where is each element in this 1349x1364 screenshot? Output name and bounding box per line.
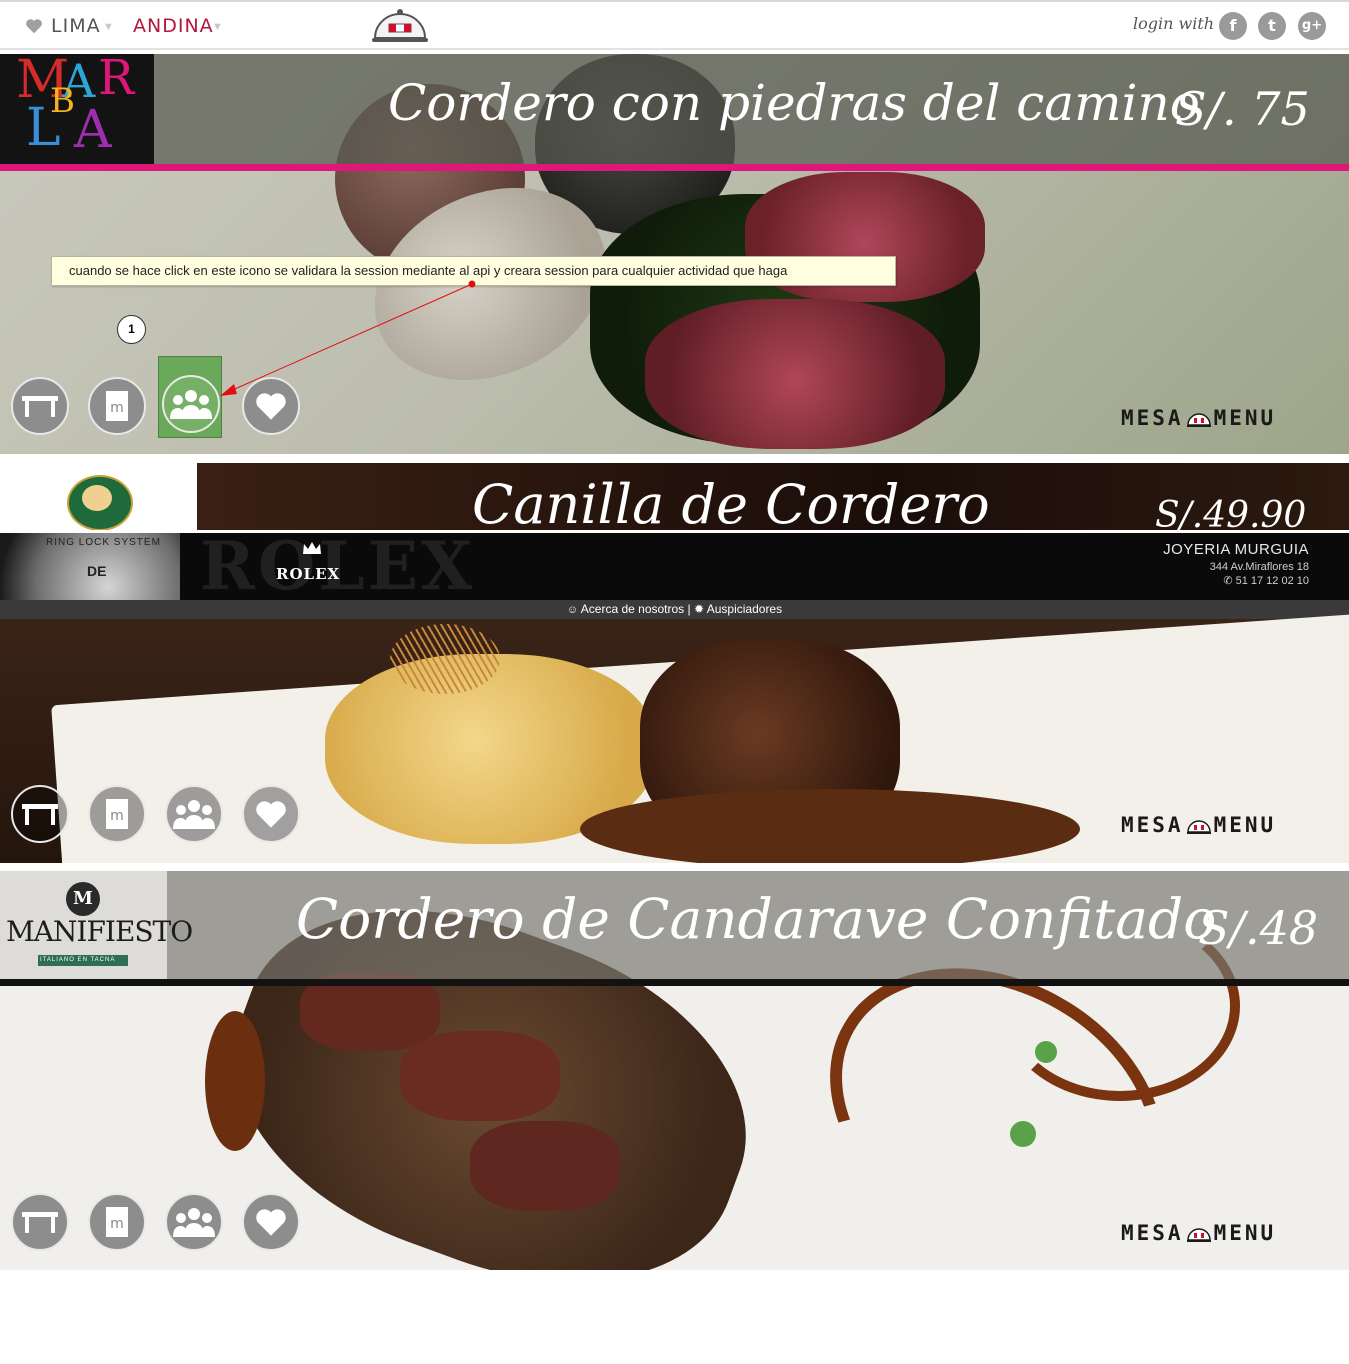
svg-text:m: m <box>110 1216 124 1232</box>
dish-title: Cordero de Candarave Confitado <box>296 887 1217 951</box>
dish-title: Canilla de Cordero <box>472 473 990 536</box>
mesa-menu-logo: MESA MENU <box>1121 813 1277 837</box>
ad-store: JOYERIA MURGUIA <box>1163 541 1309 558</box>
google-plus-icon[interactable]: g+ <box>1298 12 1326 40</box>
about-link[interactable]: Acerca de nosotros <box>581 602 684 616</box>
city-selector[interactable]: LIMA <box>51 15 101 37</box>
restaurant-logo[interactable] <box>0 463 197 533</box>
ad-phone: ✆ 51 17 12 02 10 <box>1223 575 1309 587</box>
restaurant-logo[interactable]: M A R L A B <box>0 54 154 164</box>
social-session-button-highlight[interactable] <box>158 356 222 438</box>
chevron-down-icon[interactable]: ▼ <box>212 21 223 33</box>
menu-button[interactable]: m <box>88 785 146 843</box>
twitter-icon[interactable]: t <box>1258 12 1286 40</box>
menu-button[interactable]: m <box>88 377 146 435</box>
dish-price: S/.48 <box>1198 901 1319 955</box>
restaurant-logo[interactable]: M MANIFIESTO ITALIANO EN TACNA <box>0 871 193 979</box>
group-session-button[interactable] <box>162 375 220 433</box>
dish-card[interactable]: Canilla de Cordero S/.49.90 RING LOCK SY… <box>0 463 1349 863</box>
dish-price: S/. 75 <box>1175 82 1310 136</box>
reserve-table-button[interactable] <box>11 1193 69 1251</box>
group-session-button[interactable] <box>165 785 223 843</box>
ad-banner[interactable]: RING LOCK SYSTEM DE ROLEX ROLEX JOYERIA … <box>0 527 1349 605</box>
mesa-menu-logo: MESA MENU <box>1121 406 1277 430</box>
login-with-label: login with <box>1133 14 1215 33</box>
m-badge-icon: M <box>66 882 100 916</box>
mesa-menu-logo: MESA MENU <box>1121 1221 1277 1245</box>
annotation-badge: 1 <box>117 315 146 344</box>
favorite-button[interactable] <box>242 1193 300 1251</box>
ad-brand: ROLEX <box>276 565 341 583</box>
cloche-logo-icon[interactable] <box>371 8 429 49</box>
dish-card[interactable]: M MANIFIESTO ITALIANO EN TACNA Cordero d… <box>0 871 1349 1270</box>
region-selector[interactable]: ANDINA <box>133 15 214 37</box>
annotation-note: cuando se hace click en este icono se va… <box>51 256 896 286</box>
ad-address: 344 Av.Miraflores 18 <box>1209 561 1309 573</box>
dish-card[interactable]: M A R L A B Cordero con piedras del cami… <box>0 54 1349 454</box>
title-accent-line <box>0 164 1349 171</box>
heart-icon[interactable] <box>25 18 43 39</box>
sponsors-link[interactable]: Auspiciadores <box>707 602 782 616</box>
group-session-button[interactable] <box>165 1193 223 1251</box>
menu-button[interactable]: m <box>88 1193 146 1251</box>
reserve-table-button[interactable] <box>11 377 69 435</box>
chevron-down-icon[interactable]: ▼ <box>103 21 114 33</box>
favorite-button[interactable] <box>242 377 300 435</box>
favorite-button[interactable] <box>242 785 300 843</box>
sub-nav: ☺ Acerca de nosotros | ✹ Auspiciadores <box>0 600 1349 619</box>
svg-text:m: m <box>110 808 124 824</box>
facebook-icon[interactable]: f <box>1219 12 1247 40</box>
user-icon: ☺ <box>566 604 579 616</box>
crown-icon <box>302 541 322 560</box>
gear-icon: ✹ <box>694 602 705 616</box>
svg-text:m: m <box>110 400 124 416</box>
top-navbar: LIMA ▼ ANDINA ▼ login with f t g+ <box>0 0 1349 50</box>
dish-title: Cordero con piedras del camino <box>388 74 1200 132</box>
reserve-table-button[interactable] <box>11 785 69 843</box>
title-accent-line <box>0 979 1349 986</box>
